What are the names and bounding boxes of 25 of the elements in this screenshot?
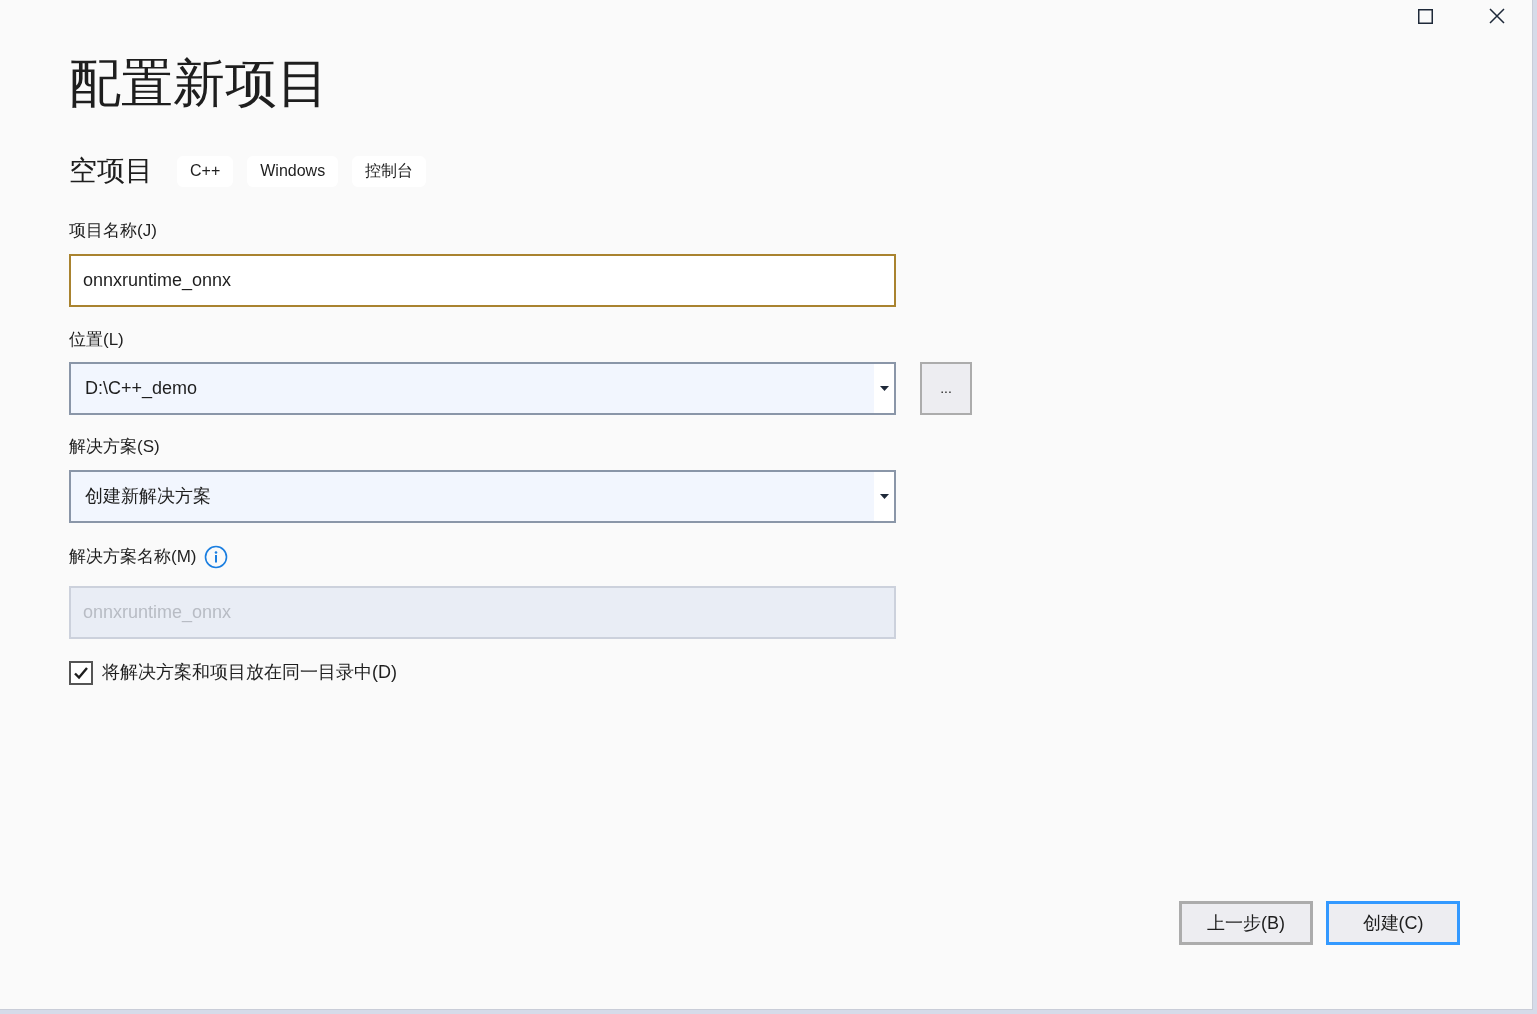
template-name: 空项目 <box>69 154 153 188</box>
checkbox-label: 将解决方案和项目放在同一目录中(D) <box>102 661 397 684</box>
back-button[interactable]: 上一步(B) <box>1179 901 1313 945</box>
dropdown-field[interactable]: 创建新解决方案 <box>69 470 896 523</box>
checkmark-icon <box>73 665 89 680</box>
browse-button[interactable]: ... <box>920 362 972 415</box>
dropdown-caret-icon <box>879 386 889 391</box>
checkbox[interactable] <box>69 660 93 685</box>
field-label: 解决方案(S) <box>69 436 160 459</box>
text-field[interactable]: onnxruntime_onnx <box>69 254 896 307</box>
dropdown-field[interactable]: D:\C++_demo <box>69 362 896 415</box>
tag: 控制台 <box>352 155 427 187</box>
info-icon[interactable] <box>204 545 229 569</box>
field-label: 项目名称(J) <box>69 220 157 243</box>
field-label: 位置(L) <box>69 329 124 352</box>
dropdown-value: D:\C++_demo <box>84 377 199 401</box>
create-button[interactable]: 创建(C) <box>1326 901 1460 945</box>
field-label: 解决方案名称(M) <box>69 546 197 569</box>
dialog-title: 配置新项目 <box>69 53 330 113</box>
dropdown-value: 创建新解决方案 <box>84 485 212 508</box>
dropdown-caret-icon <box>879 494 889 499</box>
tag: C++ <box>177 155 234 187</box>
maximize-icon <box>1417 8 1433 24</box>
close-icon <box>1489 8 1505 24</box>
tag: Windows <box>247 155 339 187</box>
